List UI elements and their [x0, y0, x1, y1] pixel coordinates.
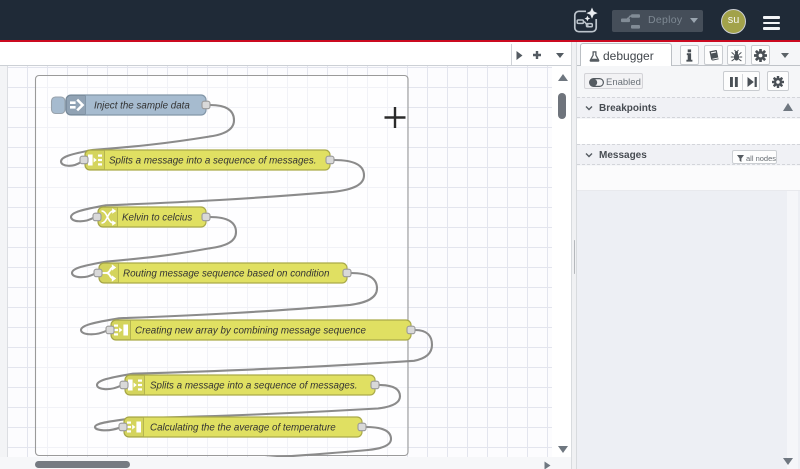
svg-text:Creating new array by combinin: Creating new array by combining message …: [135, 326, 366, 337]
svg-text:Splits a message into a sequen: Splits a message into a sequence of mess…: [150, 381, 358, 392]
svg-text:Inject the sample data: Inject the sample data: [94, 101, 190, 112]
svg-text:Kelvin to celcius: Kelvin to celcius: [122, 213, 192, 224]
svg-text:Calculating the the average of: Calculating the the average of temperatu…: [150, 423, 336, 434]
svg-text:Routing message sequence based: Routing message sequence based on condit…: [123, 269, 329, 280]
svg-text:Splits a message into a sequen: Splits a message into a sequence of mess…: [109, 156, 317, 167]
